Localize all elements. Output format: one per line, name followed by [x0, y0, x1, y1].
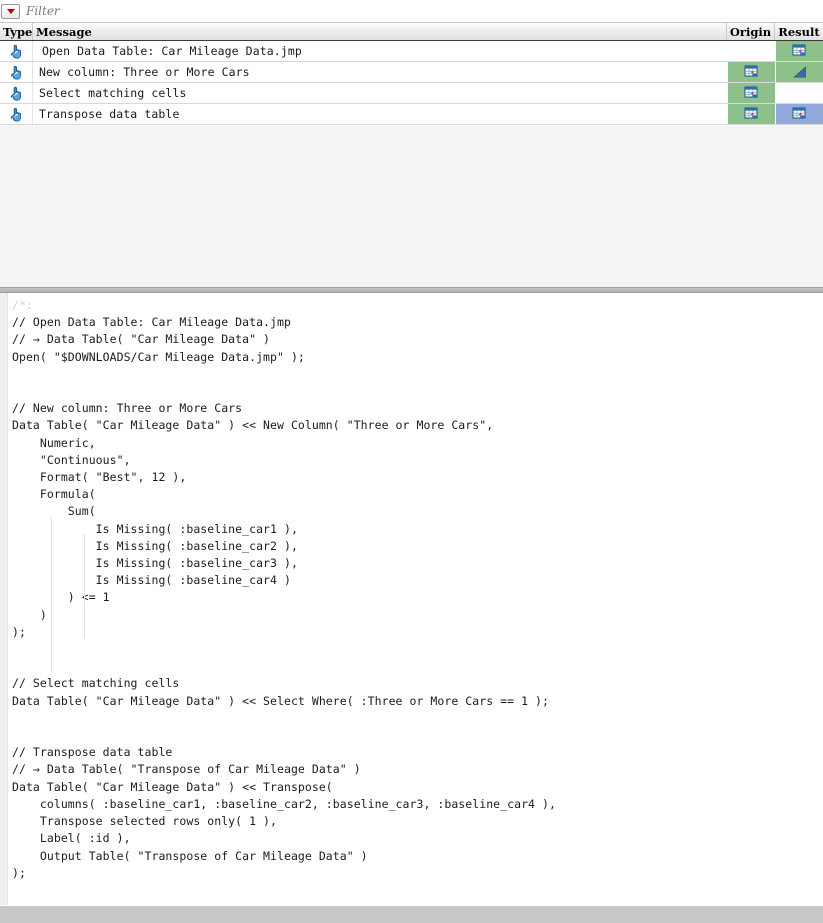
data-table-icon: [792, 44, 808, 59]
row-message: Transpose data table: [39, 107, 180, 121]
row-result-cell[interactable]: [775, 62, 823, 82]
script-editor-panel[interactable]: /*: // Open Data Table: Car Mileage Data…: [0, 293, 823, 905]
row-result-cell: [775, 83, 823, 103]
column-header-result[interactable]: Result: [775, 23, 823, 40]
row-type-cell: [0, 62, 33, 82]
filter-input[interactable]: [22, 1, 823, 21]
triangle-down-icon: [6, 8, 15, 14]
distribution-triangle-icon: [791, 65, 808, 80]
log-table-rows: Open Data Table: Car Mileage Data.jmp Ne…: [0, 41, 823, 125]
row-origin-cell[interactable]: [727, 104, 775, 124]
row-message: Select matching cells: [39, 86, 187, 100]
log-empty-area: [0, 125, 823, 287]
filter-bar: [0, 0, 823, 23]
script-code: /*: // Open Data Table: Car Mileage Data…: [12, 297, 823, 882]
editor-text-area[interactable]: /*: // Open Data Table: Car Mileage Data…: [8, 293, 823, 905]
row-type-cell: [0, 104, 33, 124]
data-table-icon: [744, 107, 760, 122]
data-table-icon: [792, 107, 808, 122]
table-row[interactable]: Transpose data table: [0, 104, 823, 125]
data-table-icon: [744, 86, 760, 101]
hand-pointer-icon: [10, 107, 23, 122]
code-dim-marker: /*:: [12, 298, 33, 312]
indent-guide: [84, 534, 85, 638]
row-type-cell: [0, 83, 33, 103]
hand-pointer-icon: [10, 44, 23, 59]
log-panel: Type Message Origin Result Open Data Tab…: [0, 23, 823, 287]
hand-pointer-icon: [10, 86, 23, 101]
hand-pointer-icon: [10, 65, 23, 80]
table-row[interactable]: Select matching cells: [0, 83, 823, 104]
row-message: Open Data Table: Car Mileage Data.jmp: [42, 44, 302, 58]
bottom-scrollbar[interactable]: [0, 905, 823, 923]
table-row[interactable]: Open Data Table: Car Mileage Data.jmp: [0, 41, 823, 62]
data-table-icon: [744, 65, 760, 80]
column-header-type[interactable]: Type: [0, 23, 33, 40]
log-table-header: Type Message Origin Result: [0, 23, 823, 41]
row-result-cell[interactable]: [775, 41, 823, 61]
column-header-message[interactable]: Message: [33, 23, 727, 40]
editor-gutter: [0, 293, 8, 905]
filter-dropdown-button[interactable]: [1, 3, 20, 19]
row-origin-cell[interactable]: [727, 62, 775, 82]
table-row[interactable]: New column: Three or More Cars: [0, 62, 823, 83]
row-type-cell: [0, 41, 33, 61]
row-message: New column: Three or More Cars: [39, 65, 250, 79]
column-header-origin[interactable]: Origin: [727, 23, 775, 40]
row-origin-cell: [727, 41, 775, 61]
row-origin-cell[interactable]: [727, 83, 775, 103]
row-result-cell[interactable]: [775, 104, 823, 124]
code-body: // Open Data Table: Car Mileage Data.jmp…: [12, 315, 556, 880]
indent-guide: [51, 517, 52, 672]
